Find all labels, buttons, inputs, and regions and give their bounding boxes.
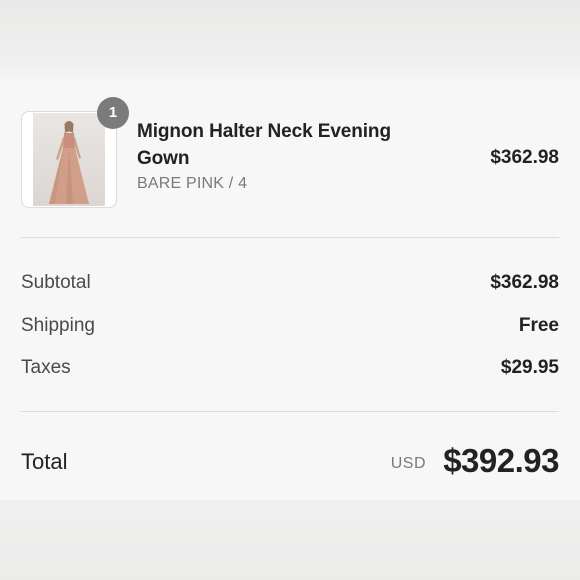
currency-code: USD [390, 455, 426, 472]
checkout-page: 1 Mignon Halter Neck Evening Gown BARE P… [0, 0, 580, 580]
taxes-label: Taxes [21, 357, 71, 378]
dress-product-image [33, 113, 105, 206]
background-footer [0, 500, 580, 580]
shipping-label: Shipping [21, 315, 95, 336]
product-variant: BARE PINK / 4 [137, 175, 248, 192]
divider [21, 237, 559, 238]
subtotal-value: $362.98 [490, 272, 559, 293]
dress-icon [49, 121, 89, 204]
taxes-value: $29.95 [500, 357, 559, 378]
total-label: Total [21, 449, 68, 474]
quantity-badge: 1 [97, 97, 129, 129]
product-name: Mignon Halter Neck Evening Gown [137, 121, 391, 169]
product-price: $362.98 [490, 147, 559, 168]
shipping-value: Free [518, 315, 559, 336]
subtotal-label: Subtotal [21, 272, 91, 293]
total-value: $392.93 [443, 442, 559, 479]
divider [21, 411, 559, 412]
